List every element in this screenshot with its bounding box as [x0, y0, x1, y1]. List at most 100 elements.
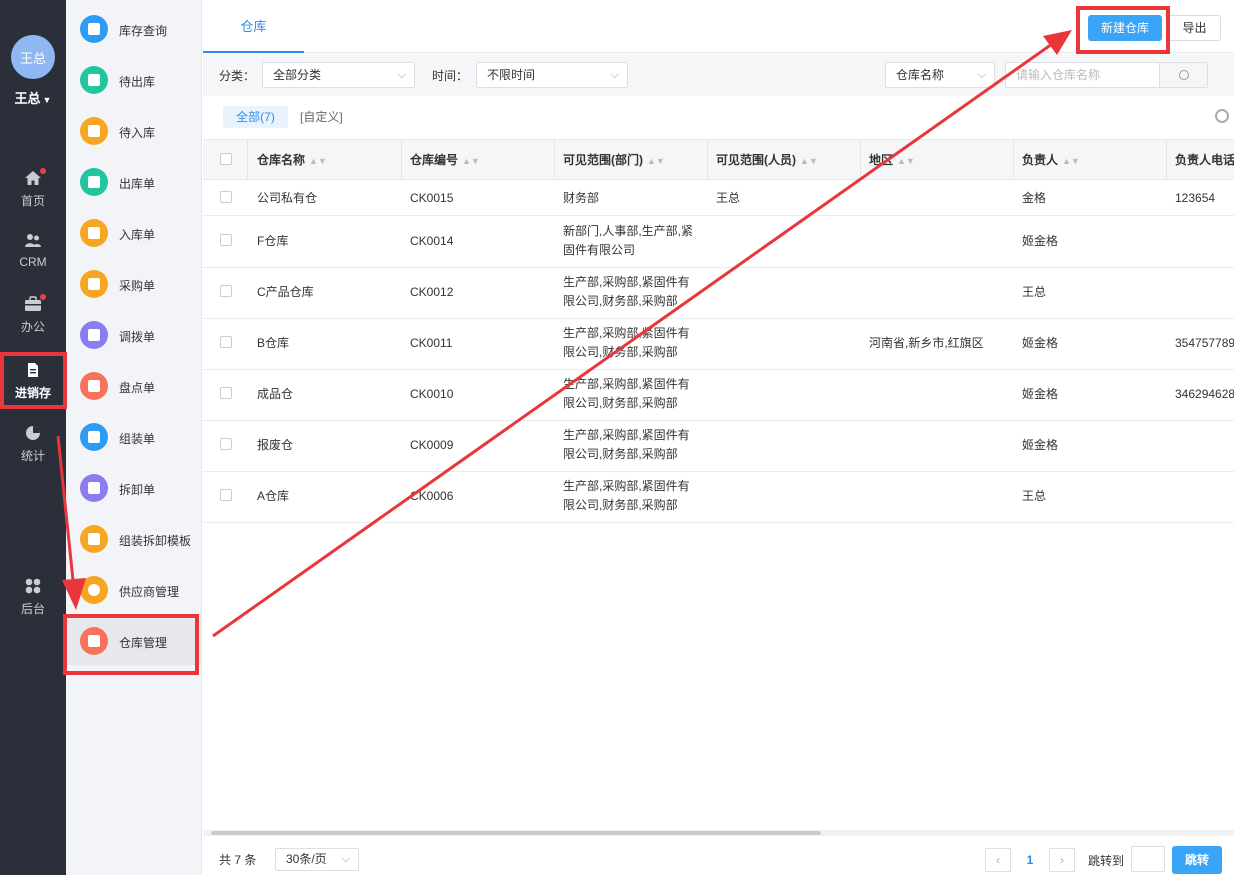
supplier-icon [80, 576, 108, 604]
nav-item-office[interactable]: 办公 [0, 294, 66, 354]
horizontal-scrollbar[interactable] [203, 830, 1234, 836]
submenu-item-pending-inbound[interactable]: 待入库 [66, 104, 202, 155]
table-header: 仓库名称 ▲▼ 仓库编号 ▲▼ 可见范围(部门) ▲▼ 可见范围(人员) ▲▼ 地区 ▲▼… [203, 139, 1234, 180]
gear-icon[interactable] [1215, 109, 1229, 123]
avatar[interactable]: 王总 [11, 35, 55, 79]
view-tab-custom[interactable]: [自定义] [300, 106, 343, 128]
next-page-button[interactable]: › [1049, 848, 1075, 872]
submenu-item-label: 仓库管理 [119, 636, 168, 650]
nav-item-label: 统计 [20, 449, 45, 463]
sort-icon: ▲▼ [897, 156, 915, 166]
new-warehouse-button[interactable]: 新建仓库 [1088, 15, 1162, 41]
cell-name: C产品仓库 [257, 285, 314, 299]
scrollbar-thumb[interactable] [211, 831, 821, 835]
submenu-item-supplier-management[interactable]: 供应商管理 [66, 563, 202, 614]
page-size-select[interactable]: 30条/页 ⌵ [275, 848, 359, 871]
transfer-order-icon [80, 321, 108, 349]
table-row[interactable]: B仓库 CK0011 生产部,采购部,紧固件有限公司,财务部,采购部 河南省,新… [203, 319, 1234, 370]
submenu-item-stocktake-order[interactable]: 盘点单 [66, 359, 202, 410]
column-header-owner[interactable]: 负责人 ▲▼ [1022, 140, 1080, 180]
submenu-item-disassembly-order[interactable]: 拆卸单 [66, 461, 202, 512]
submenu-item-warehouse-management[interactable]: 仓库管理 [66, 614, 202, 665]
jump-label: 跳转到 [1088, 854, 1125, 868]
submenu-item-label: 入库单 [119, 228, 156, 242]
page-size-value: 30条/页 [286, 852, 327, 866]
nav-item-stats[interactable]: 统计 [0, 425, 66, 483]
table-row[interactable]: 公司私有仓 CK0015 财务部 王总 金格 123654 [203, 180, 1234, 216]
submenu-item-outbound-order[interactable]: 出库单 [66, 155, 202, 206]
category-value: 全部分类 [273, 68, 322, 82]
submenu-item-transfer-order[interactable]: 调拨单 [66, 308, 202, 359]
cell-region: 河南省,新乡市,红旗区 [869, 336, 984, 350]
search-input[interactable] [1006, 63, 1156, 87]
table-row[interactable]: C产品仓库 CK0012 生产部,采购部,紧固件有限公司,财务部,采购部 王总 [203, 268, 1234, 319]
time-select[interactable]: 不限时间 ⌵ [476, 62, 628, 88]
row-checkbox[interactable] [220, 285, 232, 297]
warehouse-icon [80, 627, 108, 655]
nav-item-admin[interactable]: 后台 [0, 578, 66, 636]
sort-icon: ▲▼ [309, 156, 327, 166]
submenu-item-assembly-order[interactable]: 组装单 [66, 410, 202, 461]
chevron-down-icon: ⌵ [610, 69, 619, 81]
filter-bar: 分类： 全部分类 ⌵ 时间： 不限时间 ⌵ 仓库名称 ⌵ [203, 54, 1234, 96]
nav-item-home[interactable]: 首页 [0, 168, 66, 228]
nav-item-crm[interactable]: CRM [0, 233, 66, 291]
cell-dept: 生产部,采购部,紧固件有限公司,财务部,采购部 [563, 377, 690, 410]
home-icon [24, 168, 46, 186]
pagination: 共 7 条 30条/页 ⌵ ‹ 1 › 跳转到 跳转 [203, 838, 1234, 875]
row-checkbox[interactable] [220, 438, 232, 450]
row-checkbox[interactable] [220, 336, 232, 348]
briefcase-icon [24, 294, 46, 312]
submenu-item-label: 待出库 [119, 75, 156, 89]
user-menu[interactable]: 王总 ▼ [0, 88, 66, 107]
select-all-checkbox[interactable] [220, 153, 232, 165]
submenu-item-inbound-order[interactable]: 入库单 [66, 206, 202, 257]
submenu-item-label: 调拨单 [119, 330, 156, 344]
stocktake-order-icon [80, 372, 108, 400]
column-header-dept-scope[interactable]: 可见范围(部门) ▲▼ [563, 140, 665, 180]
row-checkbox[interactable] [220, 489, 232, 501]
page-number-current[interactable]: 1 [1014, 848, 1046, 872]
nav-item-inventory[interactable]: 进销存 [0, 362, 66, 420]
jump-button[interactable]: 跳转 [1172, 846, 1222, 874]
table-row[interactable]: 成品仓 CK0010 生产部,采购部,紧固件有限公司,财务部,采购部 姬金格 3… [203, 370, 1234, 421]
inventory-submenu: 库存查询 待出库 待入库 出库单 入库单 采购单 调拨单 盘点单 组装单 拆卸单… [66, 0, 202, 875]
column-header-name[interactable]: 仓库名称 ▲▼ [257, 140, 327, 180]
column-header-staff-scope[interactable]: 可见范围(人员) ▲▼ [716, 140, 818, 180]
row-checkbox[interactable] [220, 191, 232, 203]
row-checkbox[interactable] [220, 387, 232, 399]
search-button[interactable] [1159, 63, 1207, 87]
submenu-item-assembly-template[interactable]: 组装拆卸模板 [66, 512, 202, 563]
cell-dept: 生产部,采购部,紧固件有限公司,财务部,采购部 [563, 428, 690, 461]
submenu-item-stock-query[interactable]: 库存查询 [66, 2, 202, 53]
view-tab-all[interactable]: 全部(7) [223, 106, 288, 128]
export-button[interactable]: 导出 [1168, 15, 1221, 41]
submenu-item-purchase-order[interactable]: 采购单 [66, 257, 202, 308]
cell-code: CK0012 [410, 285, 454, 299]
admin-icon [24, 578, 42, 594]
cell-name: 成品仓 [257, 387, 294, 401]
column-header-code[interactable]: 仓库编号 ▲▼ [410, 140, 480, 180]
cell-dept: 财务部 [563, 191, 600, 205]
jump-page-input[interactable] [1131, 846, 1165, 872]
search-field-select[interactable]: 仓库名称 ⌵ [885, 62, 995, 88]
row-checkbox[interactable] [220, 234, 232, 246]
notification-dot [40, 168, 46, 174]
sort-icon: ▲▼ [800, 156, 818, 166]
category-label: 分类： [219, 69, 256, 83]
category-select[interactable]: 全部分类 ⌵ [262, 62, 415, 88]
table-row[interactable]: 报废仓 CK0009 生产部,采购部,紧固件有限公司,财务部,采购部 姬金格 [203, 421, 1234, 472]
column-header-owner-phone[interactable]: 负责人电话 [1175, 140, 1234, 180]
column-header-region[interactable]: 地区 ▲▼ [869, 140, 915, 180]
tab-warehouse[interactable]: 仓库 [203, 0, 304, 53]
total-count: 共 7 条 [219, 853, 257, 867]
table-row[interactable]: A仓库 CK0006 生产部,采购部,紧固件有限公司,财务部,采购部 王总 [203, 472, 1234, 523]
table-row[interactable]: F仓库 CK0014 新部门,人事部,生产部,紧固件有限公司 姬金格 [203, 217, 1234, 268]
submenu-item-label: 库存查询 [119, 24, 168, 38]
cell-dept: 生产部,采购部,紧固件有限公司,财务部,采购部 [563, 326, 690, 359]
cell-dept: 新部门,人事部,生产部,紧固件有限公司 [563, 224, 694, 257]
sort-icon: ▲▼ [647, 156, 665, 166]
prev-page-button[interactable]: ‹ [985, 848, 1011, 872]
submenu-item-pending-outbound[interactable]: 待出库 [66, 53, 202, 104]
cell-name: 公司私有仓 [257, 191, 318, 205]
